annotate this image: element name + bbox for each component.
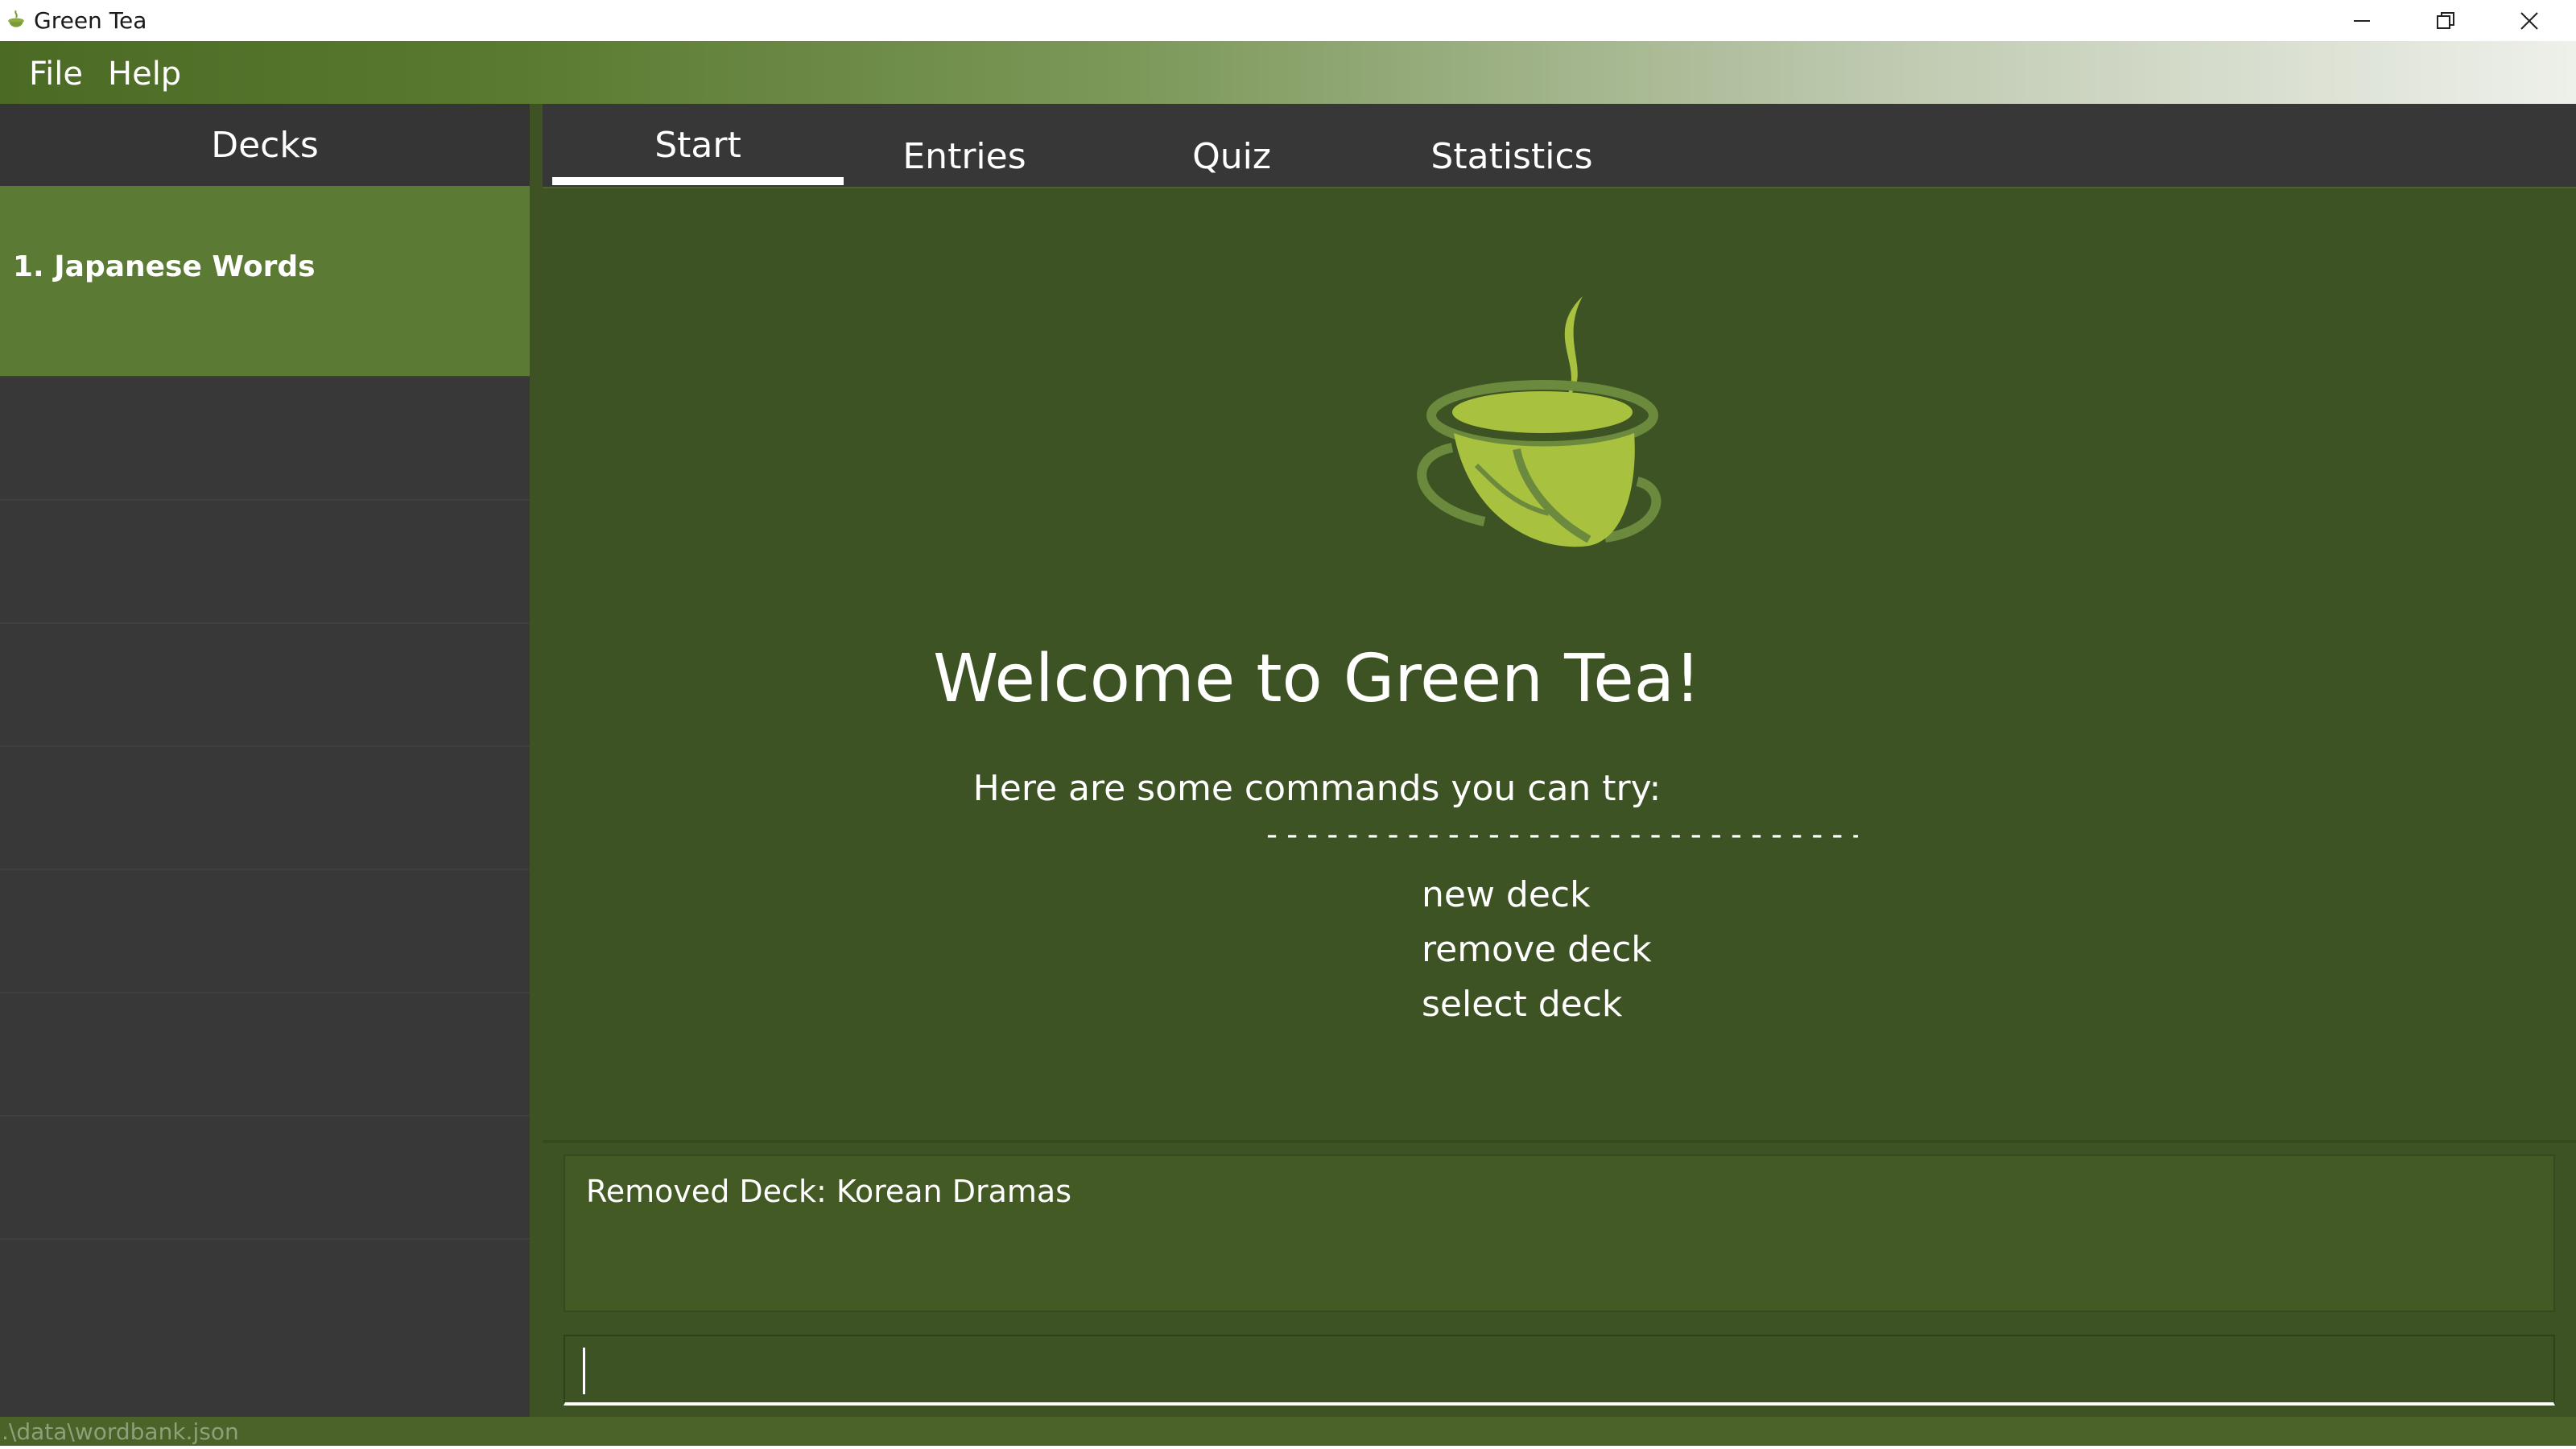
text-cursor <box>583 1348 585 1394</box>
menu-bar: File Help <box>0 41 2576 104</box>
tab-entries[interactable]: Entries <box>860 136 1069 177</box>
active-tab-indicator <box>552 177 844 185</box>
menu-help[interactable]: Help <box>108 56 181 93</box>
status-bar: .\data\wordbank.json <box>0 1417 2576 1449</box>
green-tea-app-icon <box>8 10 24 27</box>
minimize-icon <box>2354 19 2370 22</box>
tab-statistics[interactable]: Statistics <box>1391 136 1633 177</box>
close-icon <box>2520 11 2538 30</box>
deck-list-item[interactable]: 1. Japanese Words <box>0 186 530 376</box>
result-display-area: Removed Deck: Korean Dramas <box>543 1140 2576 1327</box>
deck-list-empty-row <box>0 376 530 499</box>
command-suggestion: new deck <box>1422 874 1591 915</box>
deck-list-empty-row <box>0 622 530 745</box>
restore-button[interactable] <box>2405 0 2486 41</box>
deck-list-empty-row <box>0 1238 530 1361</box>
command-input[interactable] <box>564 1335 2555 1406</box>
tab-quiz[interactable]: Quiz <box>1151 136 1312 177</box>
close-button[interactable] <box>2489 0 2570 41</box>
deck-list-empty-row <box>0 1115 530 1238</box>
command-suggestion: remove deck <box>1422 929 1652 970</box>
window-title: Green Tea <box>34 7 147 34</box>
command-suggestion: select deck <box>1422 984 1623 1025</box>
deck-list-empty-row <box>0 745 530 869</box>
save-file-path: .\data\wordbank.json <box>2 1418 239 1445</box>
commands-divider: ----------------------------------------… <box>1262 816 1858 853</box>
status-bar-background: .\data\wordbank.json <box>0 1417 2576 1446</box>
command-area <box>543 1327 2576 1417</box>
result-display: Removed Deck: Korean Dramas <box>564 1154 2555 1312</box>
deck-list-empty-row <box>0 869 530 992</box>
deck-list-header: Decks <box>0 104 530 186</box>
tab-start[interactable]: Start <box>552 125 844 166</box>
commands-intro: Here are some commands you can try: <box>972 768 1662 809</box>
minimize-button[interactable] <box>2322 0 2402 41</box>
deck-list-empty-row <box>0 499 530 622</box>
deck-list-item-label: 1. Japanese Words <box>13 250 316 283</box>
split-pane-divider[interactable] <box>530 104 543 1417</box>
deck-list-title: Decks <box>211 124 319 166</box>
restore-icon <box>2437 11 2454 29</box>
menu-file[interactable]: File <box>29 56 83 93</box>
deck-list-empty-row <box>0 992 530 1115</box>
result-message: Removed Deck: Korean Dramas <box>586 1174 1071 1209</box>
deck-list-panel: Decks 1. Japanese Words <box>0 104 530 1417</box>
window-title-bar: Green Tea <box>0 0 2576 41</box>
start-panel: Welcome to Green Tea! Here are some comm… <box>543 187 2576 1140</box>
tab-bar: Start Entries Quiz Statistics <box>543 104 2576 187</box>
welcome-heading: Welcome to Green Tea! <box>933 641 1701 717</box>
green-tea-cup-logo <box>1417 296 1662 547</box>
